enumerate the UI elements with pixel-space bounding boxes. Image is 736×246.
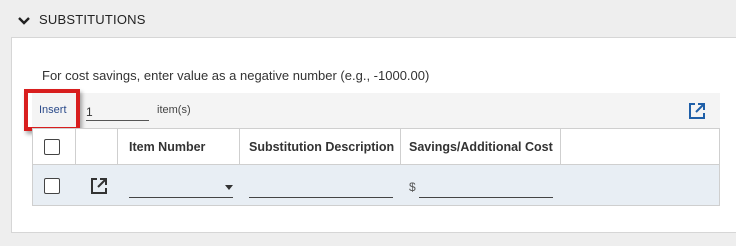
savings-cost-input[interactable]: [419, 178, 553, 198]
open-in-new-icon[interactable]: [688, 102, 706, 120]
item-number-select[interactable]: [129, 178, 233, 198]
substitutions-table: Item Number Substitution Description Sav…: [32, 128, 720, 206]
insert-highlight-box: [24, 89, 80, 131]
substitution-description-input[interactable]: [249, 178, 393, 198]
section-header[interactable]: SUBSTITUTIONS: [0, 0, 736, 40]
select-all-checkbox[interactable]: [44, 139, 60, 155]
column-header-substitution-description[interactable]: Substitution Description: [249, 140, 394, 154]
column-header-savings-cost[interactable]: Savings/Additional Cost: [409, 140, 553, 154]
column-header-item-number[interactable]: Item Number: [129, 140, 205, 154]
chevron-down-icon[interactable]: [17, 14, 31, 28]
insert-quantity-input[interactable]: [86, 103, 149, 121]
row-checkbox[interactable]: [44, 178, 60, 194]
open-in-new-icon[interactable]: [90, 177, 108, 195]
chevron-down-icon: [225, 185, 233, 190]
currency-symbol: $: [409, 180, 416, 194]
table-row: $: [33, 165, 719, 205]
table-header-row: Item Number Substitution Description Sav…: [33, 129, 719, 165]
section-title: SUBSTITUTIONS: [39, 12, 146, 27]
items-label: item(s): [157, 104, 191, 116]
hint-text: For cost savings, enter value as a negat…: [42, 68, 430, 83]
